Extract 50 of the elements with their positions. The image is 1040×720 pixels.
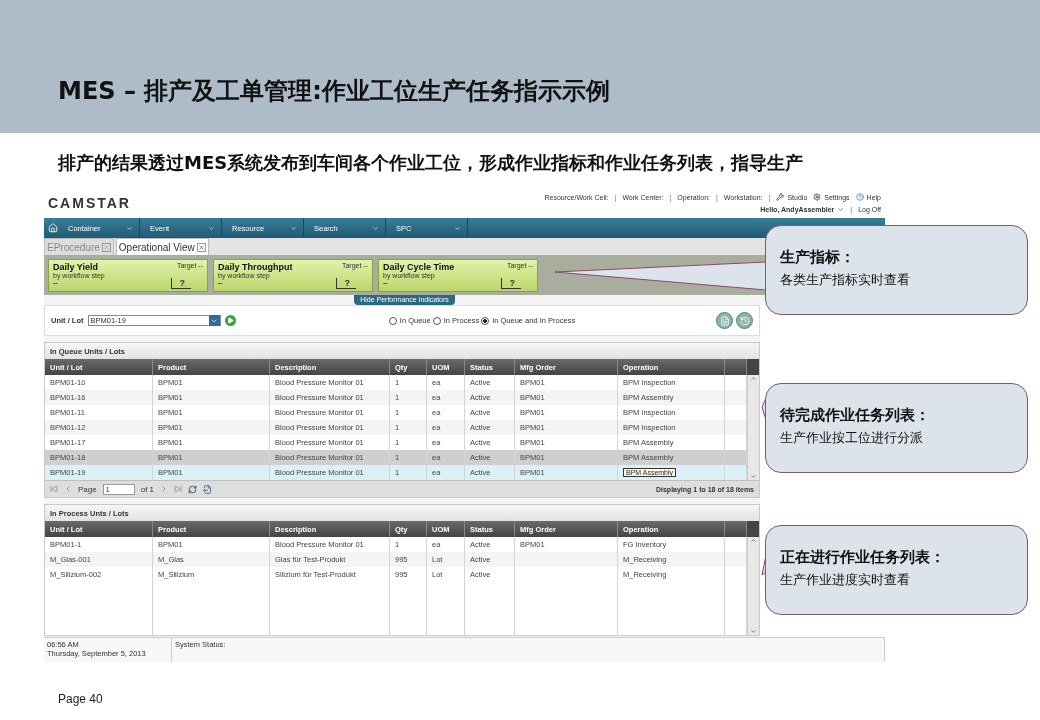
refresh-icon [188,484,198,494]
caret-icon [290,224,297,232]
callout-title: 生产指标： [780,248,856,267]
scrollbar[interactable] [747,375,759,480]
scroll-up-icon [750,537,757,544]
page-number: Page 40 [58,692,103,706]
scroll-down-icon [750,628,757,635]
go-icon[interactable] [224,315,236,326]
previous-page-icon [64,485,72,493]
indicator-title: Daily Throughput [218,261,294,272]
slide-subtitle: 排产的结果透过MES系统发布到车间各个作业工位，形成作业指标和作业任务列表，指导生产 [58,151,805,175]
callout-title: 待完成作业任务列表： [780,406,931,425]
caret-icon [454,224,461,232]
page-label: Page [78,484,97,494]
help-icon [855,193,864,201]
tab[interactable]: Operational View [115,238,209,255]
header-corner [747,359,759,375]
logo: CAMSTAR [48,195,131,211]
close-icon[interactable] [196,242,206,252]
close-icon[interactable] [101,242,111,252]
scroll-up-icon [750,375,757,382]
document-button[interactable] [716,312,733,329]
history-icon [739,315,750,326]
scrollbar[interactable] [747,537,759,635]
caret-icon [126,224,133,232]
first-page-icon [50,485,58,493]
page-count: of 1 [140,484,155,494]
caret-icon [372,224,379,232]
export-icon [203,484,213,494]
indicator-chart: ? [500,277,521,289]
indicator-title: Daily Yield [53,261,100,272]
history-button[interactable] [736,312,753,329]
last-page-icon [174,485,183,493]
indicator-chart: ? [335,277,356,289]
callout-title: 正在进行作业任务列表： [780,548,946,567]
document-icon [719,315,730,326]
settings-icon [813,193,822,201]
caret-icon [208,224,215,232]
header-corner [747,521,759,537]
slide-title: MES – 排产及工单管理:作业工位生产任务指示示例 [58,76,610,107]
wrench-icon [776,193,785,201]
callout-text: 生产作业按工位进行分派 [780,429,924,447]
callout-text: 生产作业进度实时查看 [780,571,911,589]
callout-text: 各类生产指标实时查看 [780,271,911,289]
indicator-title: Daily Cycle Time [383,261,456,272]
scroll-down-icon [750,473,757,480]
caret-icon [837,206,845,213]
home-icon [48,223,58,233]
indicator-chart: ? [170,277,191,289]
dropdown-button[interactable] [208,315,220,326]
